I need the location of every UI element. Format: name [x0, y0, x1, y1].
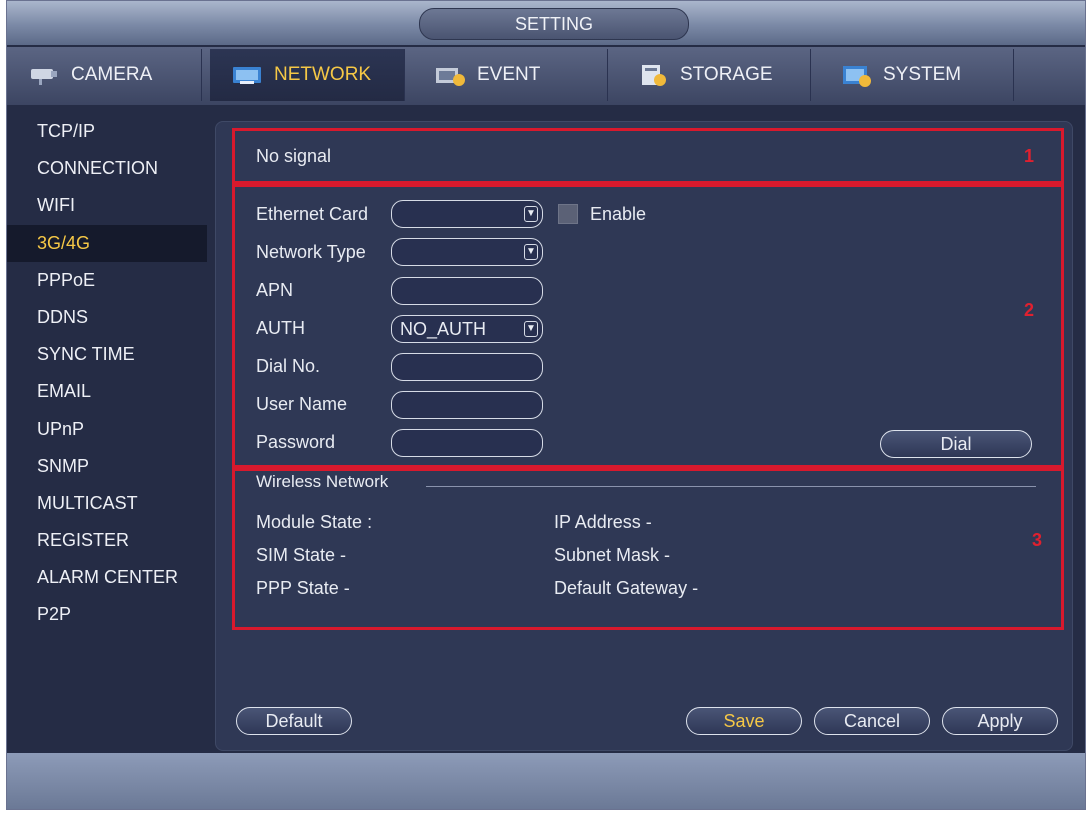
enable-label: Enable: [590, 204, 647, 224]
default-button[interactable]: Default: [236, 707, 352, 735]
tab-event[interactable]: EVENT: [413, 49, 608, 101]
tab-label: STORAGE: [680, 64, 773, 85]
password-input[interactable]: [391, 429, 543, 457]
network-icon: [233, 67, 261, 84]
auth-value: NO_AUTH: [400, 319, 487, 339]
annotation-number-1: 1: [1024, 146, 1035, 166]
bottom-bar: [7, 753, 1085, 809]
apn-label: APN: [256, 280, 294, 300]
dial-no-input[interactable]: [391, 353, 543, 381]
wireless-network-title: Wireless Network: [256, 472, 389, 491]
default-gateway: Default Gateway -: [554, 578, 699, 598]
ethernet-card-select[interactable]: ▼: [391, 200, 543, 228]
annotation-box-1: [232, 128, 1064, 184]
camera-icon: [31, 69, 57, 85]
module-state: Module State :: [256, 512, 373, 532]
apn-input[interactable]: [391, 277, 543, 305]
chevron-down-icon: ▼: [524, 244, 538, 260]
system-icon: [843, 66, 871, 87]
enable-checkbox[interactable]: [558, 204, 578, 224]
signal-status: No signal: [256, 146, 332, 166]
auth-label: AUTH: [256, 318, 305, 338]
chevron-down-icon: ▼: [524, 321, 538, 337]
network-type-label: Network Type: [256, 242, 366, 262]
section-divider: [426, 486, 1036, 487]
title-bar: SETTING: [7, 1, 1085, 45]
auth-select[interactable]: NO_AUTH ▼: [391, 315, 543, 343]
settings-panel: No signal 1 2 Ethernet Card ▼ Enable Net…: [215, 121, 1073, 751]
network-type-select[interactable]: ▼: [391, 238, 543, 266]
tab-label: NETWORK: [274, 64, 372, 85]
tab-label: SYSTEM: [883, 64, 962, 85]
subnet-mask: Subnet Mask -: [554, 545, 671, 565]
annotation-number-3: 3: [1032, 530, 1043, 550]
annotation-number-2: 2: [1024, 300, 1035, 320]
dial-button[interactable]: Dial: [880, 430, 1032, 458]
tab-label: CAMERA: [71, 64, 153, 85]
dial-no-label: Dial No.: [256, 356, 321, 376]
sidebar-item-register[interactable]: REGISTER: [7, 522, 207, 559]
user-name-label: User Name: [256, 394, 348, 414]
tab-camera[interactable]: CAMERA: [7, 49, 202, 101]
sidebar-item-sync-time[interactable]: SYNC TIME: [7, 336, 207, 373]
chevron-down-icon: ▼: [524, 206, 538, 222]
sidebar-item-email[interactable]: EMAIL: [7, 373, 207, 410]
sidebar-item-multicast[interactable]: MULTICAST: [7, 485, 207, 522]
sidebar-item-connection[interactable]: CONNECTION: [7, 150, 207, 187]
cancel-button[interactable]: Cancel: [814, 707, 930, 735]
main-tab-bar: CAMERA NETWORK EVENT STORAGE SYSTEM: [7, 47, 1085, 105]
sidebar-item-p2p[interactable]: P2P: [7, 596, 207, 633]
sidebar-item-3g4g[interactable]: 3G/4G: [7, 224, 207, 262]
sidebar-item-wifi[interactable]: WIFI: [7, 187, 207, 224]
sidebar-item-ddns[interactable]: DDNS: [7, 299, 207, 336]
ip-address: IP Address -: [554, 512, 652, 532]
tab-system[interactable]: SYSTEM: [819, 49, 1014, 101]
sidebar-item-pppoe[interactable]: PPPoE: [7, 262, 207, 299]
sidebar-item-tcpip[interactable]: TCP/IP: [7, 113, 207, 150]
setting-window: SETTING CAMERA NETWORK EVENT STORAGE SYS…: [6, 0, 1086, 810]
sim-state: SIM State -: [256, 545, 347, 565]
tab-label: EVENT: [477, 64, 541, 85]
sidebar-item-upnp[interactable]: UPnP: [7, 411, 207, 448]
user-name-input[interactable]: [391, 391, 543, 419]
network-sidebar: TCP/IP CONNECTION WIFI 3G/4G PPPoE DDNS …: [7, 113, 207, 634]
ethernet-card-label: Ethernet Card: [256, 204, 369, 224]
annotation-box-2: [232, 184, 1064, 468]
sidebar-item-snmp[interactable]: SNMP: [7, 448, 207, 485]
tab-network[interactable]: NETWORK: [210, 49, 405, 101]
tab-storage[interactable]: STORAGE: [616, 49, 811, 101]
apply-button[interactable]: Apply: [942, 707, 1058, 735]
password-label: Password: [256, 432, 336, 452]
window-title: SETTING: [419, 8, 689, 40]
save-button[interactable]: Save: [686, 707, 802, 735]
event-icon: [436, 68, 465, 86]
storage-icon: [642, 65, 666, 86]
sidebar-item-alarm-center[interactable]: ALARM CENTER: [7, 559, 207, 596]
ppp-state: PPP State -: [256, 578, 350, 598]
